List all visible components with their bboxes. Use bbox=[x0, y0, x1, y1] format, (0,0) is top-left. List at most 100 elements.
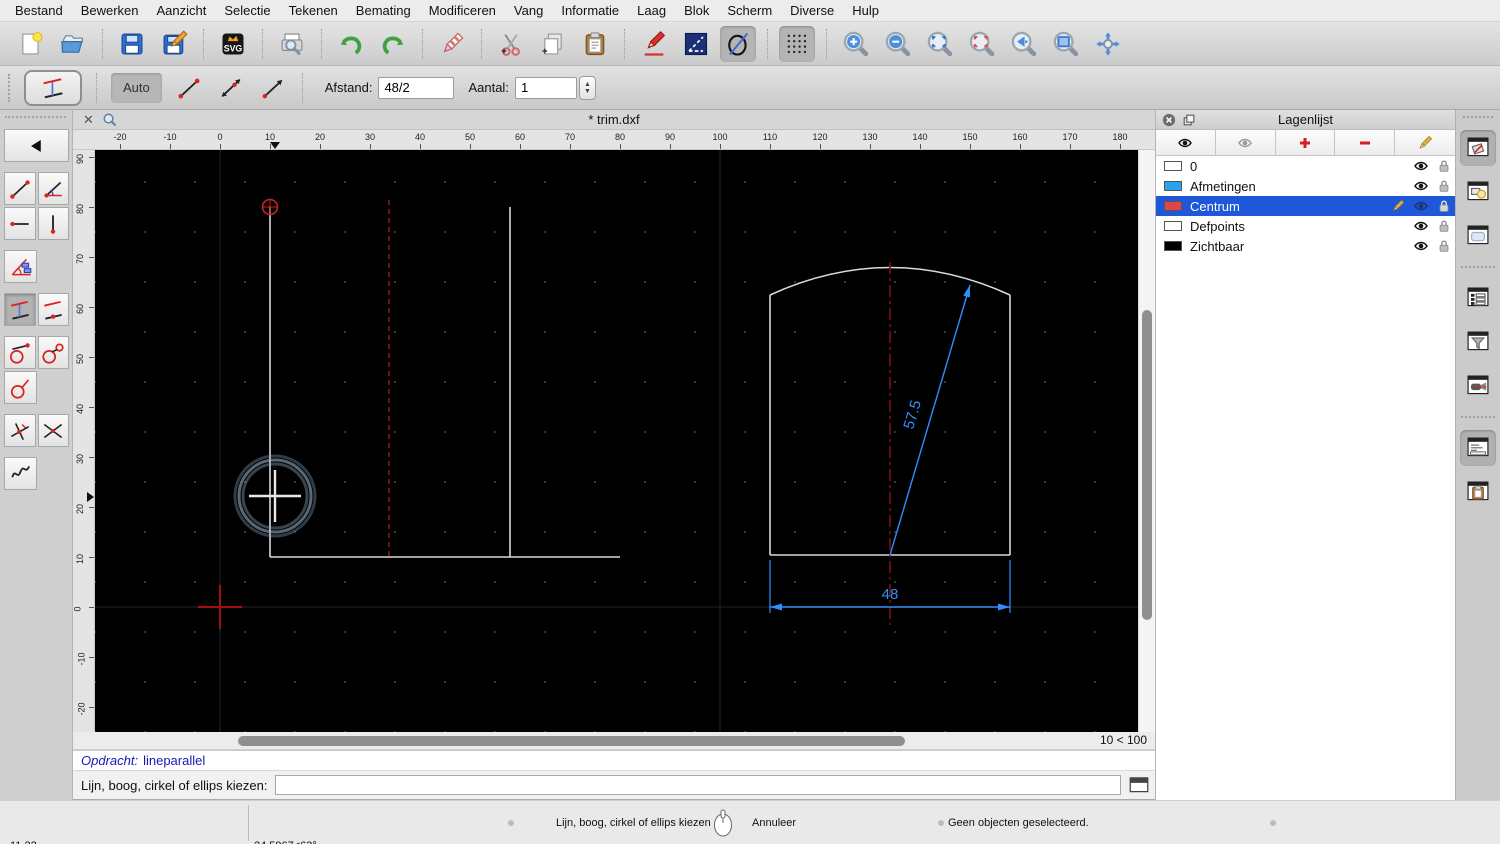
layer-lock-icon[interactable] bbox=[1437, 199, 1451, 213]
drawing-canvas[interactable]: 57.5 48 bbox=[95, 150, 1138, 732]
zoom-in-button[interactable] bbox=[838, 26, 874, 62]
open-folder-button[interactable] bbox=[55, 26, 91, 62]
copy-button[interactable] bbox=[535, 26, 571, 62]
line-tangent-circles-button[interactable] bbox=[37, 336, 69, 369]
layer-visibility-icon[interactable] bbox=[1413, 178, 1429, 194]
menu-modificeren[interactable]: Modificeren bbox=[420, 3, 505, 18]
dock-view-button[interactable] bbox=[1460, 368, 1496, 404]
zoom-back-button[interactable] bbox=[1006, 26, 1042, 62]
ellipse-line-button[interactable] bbox=[720, 25, 756, 62]
vertical-scrollbar[interactable] bbox=[1138, 150, 1155, 732]
paste-button[interactable] bbox=[577, 26, 613, 62]
menu-bemating[interactable]: Bemating bbox=[347, 3, 420, 18]
ruler-tick bbox=[89, 457, 94, 458]
layer-minus-button[interactable] bbox=[1335, 130, 1396, 155]
command-prompt-label: Lijn, boog, cirkel of ellips kiezen: bbox=[81, 777, 268, 793]
panel-float-icon[interactable] bbox=[1182, 113, 1196, 127]
layer-row-zichtbaar[interactable]: Zichtbaar bbox=[1156, 236, 1455, 256]
menu-bewerken[interactable]: Bewerken bbox=[72, 3, 148, 18]
undo-button[interactable] bbox=[333, 26, 369, 62]
zoom-out-button[interactable] bbox=[880, 26, 916, 62]
menu-scherm[interactable]: Scherm bbox=[718, 3, 781, 18]
line-parallel-button[interactable] bbox=[4, 293, 36, 326]
auto-snap-button[interactable]: Auto bbox=[111, 72, 162, 103]
dock-entity-list-button[interactable] bbox=[1460, 280, 1496, 316]
zoom-previous-button[interactable] bbox=[964, 26, 1000, 62]
grid-dots-button[interactable] bbox=[779, 25, 815, 62]
zoom-pan-button[interactable] bbox=[1090, 26, 1126, 62]
layer-edit-icon[interactable] bbox=[1391, 199, 1405, 213]
line-horizontal-button[interactable] bbox=[4, 207, 36, 240]
line-parallel-point-button[interactable] bbox=[37, 293, 69, 326]
menu-aanzicht[interactable]: Aanzicht bbox=[148, 3, 216, 18]
aantal-stepper[interactable]: ▲ ▼ bbox=[578, 75, 596, 100]
layer-lock-icon[interactable] bbox=[1437, 179, 1451, 193]
horizontal-scrollbar[interactable]: 10 < 100 bbox=[73, 732, 1155, 750]
line-double-arrow-button[interactable] bbox=[213, 70, 249, 106]
save-button[interactable] bbox=[114, 26, 150, 62]
layer-visibility-icon[interactable] bbox=[1413, 198, 1429, 214]
menu-selectie[interactable]: Selectie bbox=[215, 3, 279, 18]
new-file-button[interactable] bbox=[13, 26, 49, 62]
zoom-auto-button[interactable] bbox=[922, 26, 958, 62]
layer-row-centrum[interactable]: Centrum bbox=[1156, 196, 1455, 216]
layer-row-afmetingen[interactable]: Afmetingen bbox=[1156, 176, 1455, 196]
menu-tekenen[interactable]: Tekenen bbox=[280, 3, 347, 18]
menu-laag[interactable]: Laag bbox=[628, 3, 675, 18]
dock-block-list-button[interactable] bbox=[1460, 174, 1496, 210]
menu-hulp[interactable]: Hulp bbox=[843, 3, 888, 18]
dock-command-button[interactable] bbox=[1460, 430, 1496, 466]
panel-close-icon[interactable] bbox=[1162, 113, 1176, 127]
line-orthogonal-circle-button[interactable] bbox=[4, 371, 37, 404]
line-angle-protractor-button[interactable] bbox=[4, 250, 37, 283]
line-two-points-button[interactable] bbox=[4, 172, 36, 205]
line-two-points-button[interactable] bbox=[171, 70, 207, 106]
polyline-button[interactable] bbox=[678, 26, 714, 62]
menu-bestand[interactable]: Bestand bbox=[6, 3, 72, 18]
line-tangent-point-button[interactable] bbox=[4, 336, 36, 369]
layer-row-defpoints[interactable]: Defpoints bbox=[1156, 216, 1455, 236]
ruler-label: 150 bbox=[962, 132, 978, 142]
save-as-button[interactable] bbox=[156, 26, 192, 62]
svg-export-button[interactable]: SVG bbox=[215, 26, 251, 62]
vertical-scrollbar-thumb[interactable] bbox=[1142, 310, 1152, 620]
layer-visibility-icon[interactable] bbox=[1413, 158, 1429, 174]
redo-button[interactable] bbox=[375, 26, 411, 62]
dock-filter-button[interactable] bbox=[1460, 324, 1496, 360]
layer-lock-icon[interactable] bbox=[1437, 159, 1451, 173]
layer-visibility-icon[interactable] bbox=[1413, 238, 1429, 254]
zoom-window-button[interactable] bbox=[1048, 26, 1084, 62]
layer-eye-gray-button[interactable] bbox=[1215, 130, 1276, 155]
layer-lock-icon[interactable] bbox=[1437, 239, 1451, 253]
line-vertical-button[interactable] bbox=[37, 207, 69, 240]
cut-button[interactable] bbox=[493, 26, 529, 62]
aantal-input[interactable] bbox=[514, 76, 577, 99]
layer-lock-icon[interactable] bbox=[1437, 219, 1451, 233]
dock-layer-list-button[interactable] bbox=[1460, 130, 1496, 166]
horizontal-scrollbar-thumb[interactable] bbox=[238, 736, 905, 746]
dock-clipboard-button[interactable] bbox=[1460, 474, 1496, 510]
layer-eye-button[interactable] bbox=[1156, 130, 1216, 155]
afstand-input[interactable] bbox=[378, 76, 455, 99]
layer-visibility-icon[interactable] bbox=[1413, 218, 1429, 234]
menu-blok[interactable]: Blok bbox=[675, 3, 718, 18]
menu-diverse[interactable]: Diverse bbox=[781, 3, 843, 18]
zoom-auto-icon bbox=[927, 31, 953, 56]
layer-plus-button[interactable] bbox=[1275, 130, 1336, 155]
menu-vang[interactable]: Vang bbox=[505, 3, 552, 18]
back-arrow-button[interactable] bbox=[4, 129, 69, 162]
command-window-button[interactable] bbox=[1129, 777, 1149, 793]
line-relative-angle-button[interactable] bbox=[4, 414, 36, 447]
draw-pen-button[interactable] bbox=[636, 26, 672, 62]
layer-pencil-button[interactable] bbox=[1395, 130, 1455, 155]
menu-informatie[interactable]: Informatie bbox=[552, 3, 628, 18]
layer-row-0[interactable]: 0 bbox=[1156, 156, 1455, 176]
dock-library-button[interactable] bbox=[1460, 218, 1496, 254]
line-cross-button[interactable] bbox=[37, 414, 69, 447]
line-angle-button[interactable] bbox=[37, 172, 69, 205]
command-input[interactable] bbox=[275, 775, 1121, 795]
pen-button[interactable] bbox=[434, 26, 470, 62]
print-preview-button[interactable] bbox=[274, 26, 310, 62]
line-arrow-button[interactable] bbox=[255, 70, 291, 106]
freehand-button[interactable] bbox=[4, 457, 37, 490]
